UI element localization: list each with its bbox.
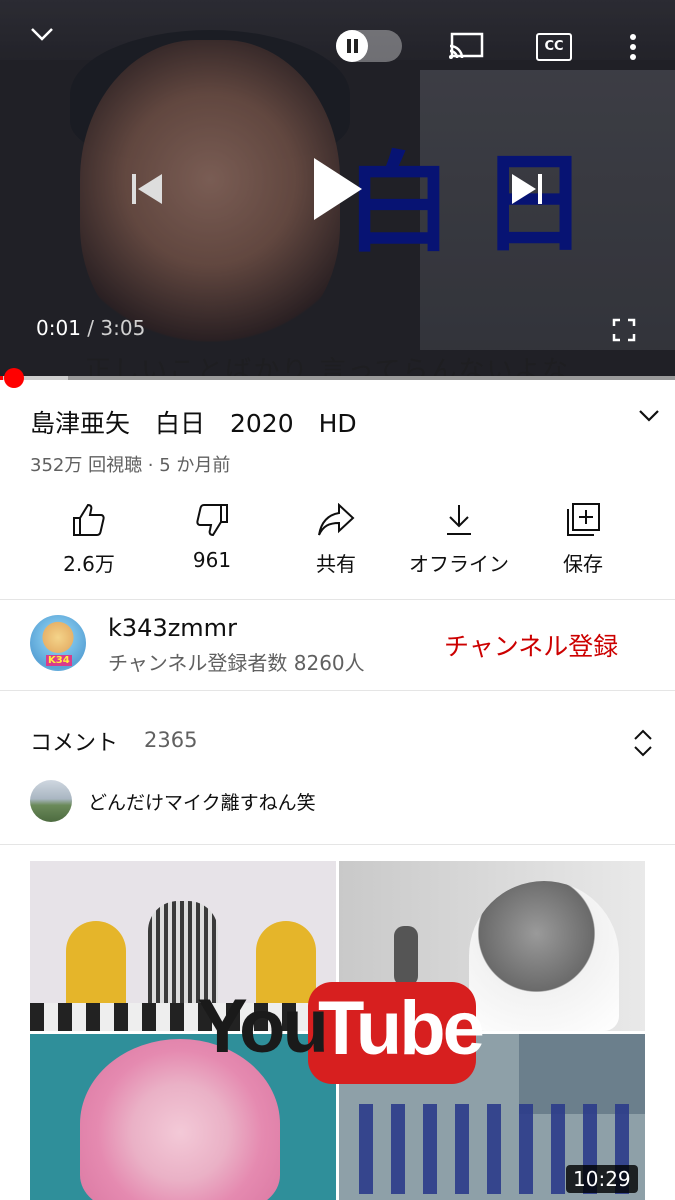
playback-time: 0:01 / 3:05 (36, 316, 145, 340)
fullscreen-icon[interactable] (612, 318, 636, 346)
avatar-tag: K34 (46, 655, 72, 666)
divider (0, 690, 675, 691)
captions-button[interactable]: CC (536, 33, 572, 61)
like-count: 2.6万 (63, 552, 115, 576)
total-time: / 3:05 (87, 316, 146, 340)
top-comment[interactable]: どんだけマイク離すねん笑 (88, 788, 316, 815)
share-button[interactable]: 共有 (276, 500, 396, 577)
subscribe-button[interactable]: チャンネル登録 (444, 627, 618, 663)
divider (0, 844, 675, 845)
scrubber-handle[interactable] (4, 368, 24, 388)
minimize-chevron-icon[interactable] (30, 26, 54, 46)
download-label: オフライン (409, 552, 509, 576)
progress-bar[interactable] (0, 376, 675, 380)
share-label: 共有 (316, 552, 356, 576)
more-options-icon[interactable] (628, 32, 638, 66)
next-icon[interactable] (510, 172, 544, 210)
microphone-figure (394, 926, 418, 986)
autoplay-toggle[interactable] (336, 30, 402, 62)
video-meta: 352万 回視聴 · 5 か月前 (30, 455, 231, 476)
channel-name[interactable]: k343zmmr (108, 614, 237, 642)
dancer-figure (66, 921, 126, 1011)
subscriber-count: チャンネル登録者数 8260人 (108, 651, 365, 675)
action-row: 2.6万 961 共有 オフライン 保存 (0, 500, 675, 580)
thumbs-up-icon (29, 500, 149, 540)
comments-count: 2365 (144, 728, 198, 752)
dislike-button[interactable]: 961 (152, 500, 272, 572)
play-icon[interactable] (312, 156, 364, 226)
download-button[interactable]: オフライン (399, 500, 519, 577)
youtube-logo-you: You (197, 984, 329, 1069)
youtube-logo-tube: Tube (318, 986, 485, 1071)
autoplay-toggle-knob (336, 30, 368, 62)
save-button[interactable]: 保存 (523, 500, 643, 577)
video-player[interactable]: 白 日 正しいことばかり 言ってらんないよな CC 0:01 / 3:05 (0, 0, 675, 378)
share-icon (276, 500, 396, 540)
commenter-avatar (30, 780, 72, 822)
divider (0, 599, 675, 600)
cast-icon[interactable] (448, 32, 484, 64)
like-button[interactable]: 2.6万 (29, 500, 149, 577)
pause-icon (347, 39, 358, 53)
video-duration: 10:29 (566, 1165, 638, 1193)
save-label: 保存 (563, 552, 603, 576)
video-title[interactable]: 島津亜矢 白日 2020 HD (30, 404, 357, 440)
played-bar (0, 376, 3, 380)
channel-avatar[interactable]: K34 (30, 615, 86, 671)
thumbs-down-icon (152, 500, 272, 540)
dislike-count: 961 (192, 548, 232, 572)
current-time: 0:01 (36, 316, 81, 340)
comments-label[interactable]: コメント (30, 725, 118, 757)
expand-comments-icon[interactable] (632, 728, 654, 762)
previous-icon[interactable] (130, 172, 164, 210)
save-playlist-icon (523, 500, 643, 540)
shipping-container (519, 1034, 645, 1114)
expand-description-icon[interactable] (638, 408, 660, 427)
singer-figure (469, 881, 619, 1031)
download-icon (399, 500, 519, 540)
